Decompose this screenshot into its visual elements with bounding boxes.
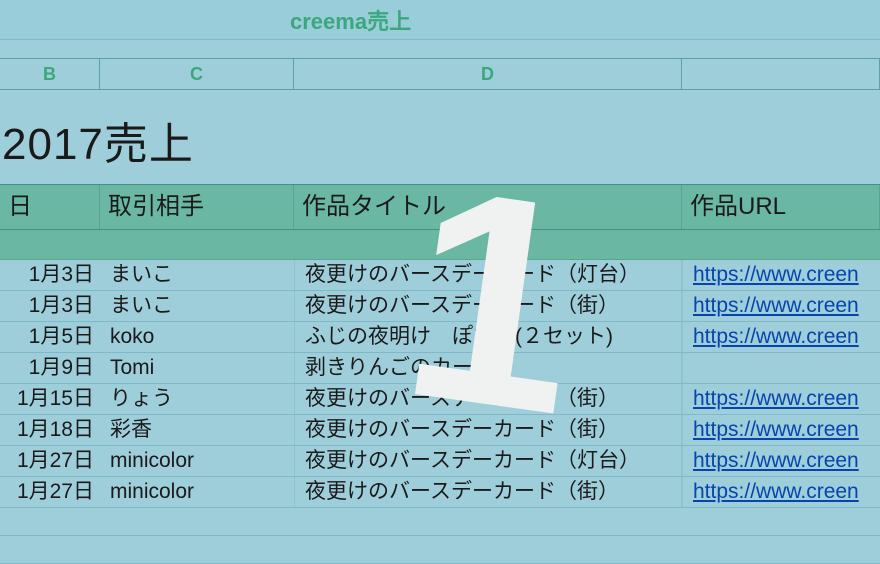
cell-partner[interactable]: りょう bbox=[100, 384, 294, 414]
page-title: 2017売上 bbox=[2, 120, 194, 169]
table-row[interactable]: 1月3日まいこ夜更けのバースデーカード（街） https://www.creen bbox=[0, 291, 880, 322]
column-header-e[interactable] bbox=[682, 59, 880, 89]
url-link[interactable]: https://www.creen bbox=[693, 418, 859, 441]
column-header-b[interactable]: B bbox=[0, 59, 100, 89]
sheet-tab-bar: creema売上 bbox=[0, 0, 880, 40]
column-headers: B C D bbox=[0, 58, 880, 90]
table-row[interactable]: 1月9日Tomi剥きりんごのカード bbox=[0, 353, 880, 384]
cell-partner[interactable]: まいこ bbox=[100, 260, 294, 290]
cell-work-title[interactable]: 夜更けのバースデーカード（街） bbox=[294, 291, 682, 321]
header-work-title[interactable]: 作品タイトル bbox=[294, 185, 682, 229]
url-link[interactable]: https://www.creen bbox=[693, 480, 859, 503]
header-url[interactable]: 作品URL bbox=[682, 185, 880, 229]
header-partner[interactable]: 取引相手 bbox=[100, 185, 294, 229]
header-date[interactable]: 日 bbox=[0, 185, 100, 229]
cell-work-title[interactable]: ふじの夜明け ぽち袋(２セット) bbox=[294, 322, 682, 352]
table-row[interactable]: 1月3日まいこ夜更けのバースデーカード（灯台） https://www.creen bbox=[0, 260, 880, 291]
empty-row[interactable] bbox=[0, 536, 880, 564]
data-rows: 1月3日まいこ夜更けのバースデーカード（灯台）https://www.creen… bbox=[0, 260, 880, 508]
cell-date[interactable]: 1月9日 bbox=[0, 353, 100, 383]
cell-url[interactable]: https://www.creen bbox=[682, 384, 880, 414]
cell-work-title[interactable]: 夜更けのバースデーカード（灯台） bbox=[294, 446, 682, 476]
cell-work-title[interactable]: 夜更けのバースデーカード（街） bbox=[294, 477, 682, 507]
cell-date[interactable]: 1月27日 bbox=[0, 446, 100, 476]
cell-work-title[interactable]: 剥きりんごのカード bbox=[294, 353, 682, 383]
spacer-row bbox=[0, 230, 880, 260]
cell-partner[interactable]: koko bbox=[100, 322, 294, 352]
cell-partner[interactable]: minicolor bbox=[100, 446, 294, 476]
url-link[interactable]: https://www.creen bbox=[693, 325, 859, 348]
cell-url[interactable]: https://www.creen bbox=[682, 322, 880, 352]
cell-url[interactable]: https://www.creen bbox=[682, 415, 880, 445]
cell-date[interactable]: 1月3日 bbox=[0, 260, 100, 290]
cell-url[interactable]: https://www.creen bbox=[682, 291, 880, 321]
cell-date[interactable]: 1月18日 bbox=[0, 415, 100, 445]
column-header-c[interactable]: C bbox=[100, 59, 294, 89]
cell-date[interactable]: 1月15日 bbox=[0, 384, 100, 414]
sheet-tab[interactable]: creema売上 bbox=[290, 4, 411, 36]
table-row[interactable]: 1月27日minicolor夜更けのバースデーカード（街） https://www… bbox=[0, 477, 880, 508]
url-link[interactable]: https://www.creen bbox=[693, 263, 859, 286]
cell-partner[interactable]: まいこ bbox=[100, 291, 294, 321]
url-link[interactable]: https://www.creen bbox=[693, 294, 859, 317]
url-link[interactable]: https://www.creen bbox=[693, 387, 859, 410]
table-header-row: 日 取引相手 作品タイトル 作品URL bbox=[0, 184, 880, 230]
cell-url[interactable]: https://www.creen bbox=[682, 446, 880, 476]
table-row[interactable]: 1月5日kokoふじの夜明け ぽち袋(２セット) https://www.cree… bbox=[0, 322, 880, 353]
cell-partner[interactable]: minicolor bbox=[100, 477, 294, 507]
cell-partner[interactable]: Tomi bbox=[100, 353, 294, 383]
cell-work-title[interactable]: 夜更けのバースデーカード（街） bbox=[294, 415, 682, 445]
cell-url[interactable]: https://www.creen bbox=[682, 260, 880, 290]
table-row[interactable]: 1月27日minicolor夜更けのバースデーカード（灯台） https://ww… bbox=[0, 446, 880, 477]
column-header-d[interactable]: D bbox=[294, 59, 682, 89]
cell-url[interactable] bbox=[682, 353, 880, 383]
cell-work-title[interactable]: 夜更けのバースデーカード（街） bbox=[294, 384, 682, 414]
url-link[interactable]: https://www.creen bbox=[693, 449, 859, 472]
table-row[interactable]: 1月15日りょう夜更けのバースデーカード（街） https://www.creen bbox=[0, 384, 880, 415]
empty-row[interactable] bbox=[0, 508, 880, 536]
cell-url[interactable]: https://www.creen bbox=[682, 477, 880, 507]
table-row[interactable]: 1月18日彩香夜更けのバースデーカード（街） https://www.creen bbox=[0, 415, 880, 446]
cell-work-title[interactable]: 夜更けのバースデーカード（灯台） bbox=[294, 260, 682, 290]
title-row: 2017売上 bbox=[0, 90, 880, 184]
cell-date[interactable]: 1月27日 bbox=[0, 477, 100, 507]
cell-date[interactable]: 1月3日 bbox=[0, 291, 100, 321]
cell-date[interactable]: 1月5日 bbox=[0, 322, 100, 352]
cell-partner[interactable]: 彩香 bbox=[100, 415, 294, 445]
empty-rows bbox=[0, 508, 880, 564]
